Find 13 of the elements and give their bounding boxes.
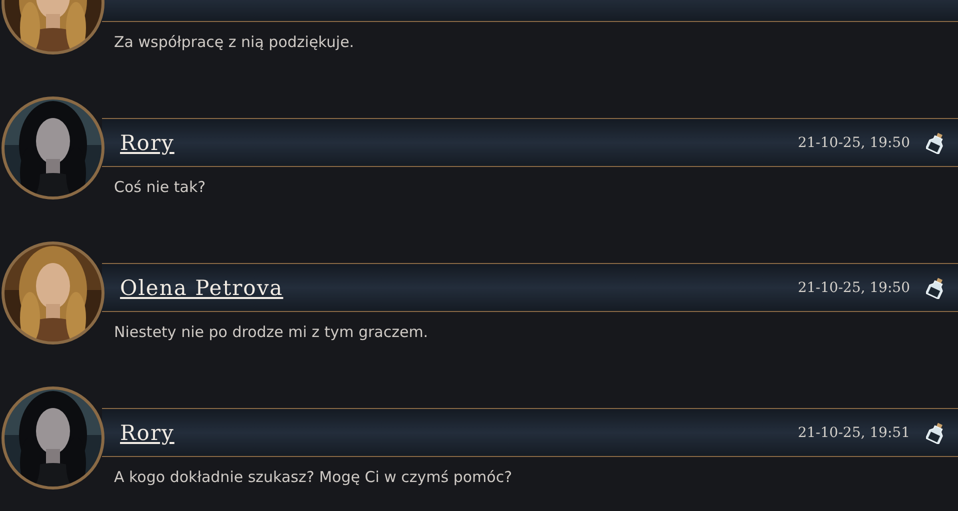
potion-bottle-icon[interactable]: [926, 132, 946, 154]
message-text: A kogo dokładnie szukasz? Mogę Ci w czymś pomóc?: [113, 467, 514, 486]
timestamp: 21-10-25, 19:51: [798, 424, 910, 440]
potion-bottle-icon[interactable]: [926, 422, 946, 444]
potion-bottle-icon[interactable]: [926, 276, 946, 298]
timestamp: 21-10-25, 19:50: [798, 134, 910, 150]
author-link[interactable]: Rory: [120, 420, 174, 444]
author-link[interactable]: Rory: [120, 130, 174, 154]
timestamp: 21-10-25, 19:50: [798, 280, 910, 296]
author-link[interactable]: Olena Petrova: [120, 276, 284, 300]
message-text: Za współpracę z nią podziękuje.: [113, 32, 356, 51]
message-text: Coś nie tak?: [113, 177, 207, 196]
message-text: Niestety nie po drodze mi z tym graczem.: [113, 322, 430, 341]
